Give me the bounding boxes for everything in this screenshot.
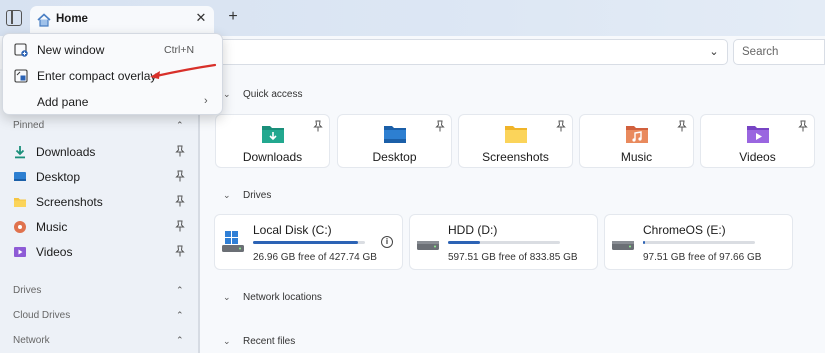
menu-item-add-pane[interactable]: Add pane ›	[3, 89, 222, 115]
new-window-icon	[14, 43, 28, 57]
section-title-network-locations[interactable]: Network locations	[243, 292, 322, 303]
chevron-right-icon: ›	[204, 95, 208, 107]
sidebar-item-screenshots[interactable]: Screenshots	[0, 190, 196, 214]
chevron-down-icon[interactable]: ⌄	[223, 190, 231, 201]
section-title-quick-access[interactable]: Quick access	[243, 89, 302, 100]
menu-item-new-window[interactable]: New window Ctrl+N	[3, 37, 222, 63]
quick-access-desktop[interactable]: Desktop	[337, 114, 452, 168]
sidebar-section-network[interactable]: Network	[13, 335, 50, 346]
pin-icon[interactable]	[556, 120, 566, 132]
drive-usage-fill	[253, 241, 358, 244]
sidebar-item-videos[interactable]: Videos	[0, 240, 196, 264]
section-title-recent-files[interactable]: Recent files	[243, 336, 295, 347]
pin-icon[interactable]	[175, 145, 185, 157]
music-icon	[14, 221, 26, 233]
drive-free-space: 97.51 GB free of 97.66 GB	[643, 252, 762, 263]
tab-home[interactable]: Home ✕	[30, 6, 214, 36]
chevron-up-icon[interactable]: ⌃	[176, 120, 184, 131]
quick-access-label: Desktop	[372, 150, 417, 164]
chevron-up-icon[interactable]: ⌃	[176, 310, 184, 321]
quick-access-label: Music	[620, 150, 653, 164]
search-placeholder: Search	[742, 46, 779, 58]
chevron-up-icon[interactable]: ⌃	[176, 335, 184, 346]
pin-icon[interactable]	[175, 195, 185, 207]
annotation-arrow	[150, 63, 217, 79]
address-bar[interactable]: ⌄	[200, 39, 728, 65]
menu-item-label: Add pane	[37, 95, 89, 109]
info-icon[interactable]: i	[381, 236, 393, 248]
desktop-icon	[14, 172, 26, 181]
quick-access-music[interactable]: Music	[579, 114, 694, 168]
pin-icon[interactable]	[175, 170, 185, 182]
sidebar-toggle-icon[interactable]	[6, 10, 22, 26]
quick-access-downloads[interactable]: Downloads	[215, 114, 330, 168]
quick-access-screenshots[interactable]: Screenshots	[458, 114, 573, 168]
download-folder-icon	[262, 126, 284, 143]
quick-access-label: Videos	[739, 150, 776, 164]
drive-name: HDD (D:)	[448, 223, 498, 237]
chevron-down-icon[interactable]: ⌄	[223, 89, 231, 100]
drive-usage-bar	[253, 241, 365, 244]
sidebar-item-label: Screenshots	[36, 195, 103, 209]
search-input[interactable]: Search	[733, 39, 825, 65]
drive-card-c[interactable]: Local Disk (C:) 26.96 GB free of 427.74 …	[214, 214, 403, 270]
chevron-down-icon[interactable]: ⌄	[223, 336, 231, 347]
folder-icon	[505, 126, 527, 143]
sidebar-item-label: Videos	[36, 245, 73, 259]
hard-drive-icon	[417, 241, 439, 250]
sidebar-section-drives[interactable]: Drives	[13, 285, 41, 296]
sidebar-item-desktop[interactable]: Desktop	[0, 165, 196, 189]
section-title-drives[interactable]: Drives	[243, 190, 271, 201]
pin-icon[interactable]	[175, 245, 185, 257]
title-bar: Home ✕ +	[0, 0, 825, 36]
sidebar-item-downloads[interactable]: Downloads	[0, 140, 196, 164]
pin-icon[interactable]	[677, 120, 687, 132]
chevron-up-icon[interactable]: ⌃	[176, 285, 184, 296]
drive-free-space: 26.96 GB free of 427.74 GB	[253, 252, 377, 263]
tab-label: Home	[56, 13, 88, 25]
quick-access-label: Screenshots	[482, 150, 549, 164]
sidebar-item-label: Downloads	[36, 145, 96, 159]
chevron-down-icon[interactable]: ⌄	[707, 45, 721, 59]
video-icon	[14, 247, 26, 257]
drive-usage-fill	[448, 241, 480, 244]
drive-name: ChromeOS (E:)	[643, 223, 726, 237]
drive-card-e[interactable]: ChromeOS (E:) 97.51 GB free of 97.66 GB	[604, 214, 793, 270]
drive-name: Local Disk (C:)	[253, 223, 332, 237]
quick-access-label: Downloads	[242, 150, 303, 164]
sidebar-section-cloud-drives[interactable]: Cloud Drives	[13, 310, 70, 321]
pin-icon[interactable]	[313, 120, 323, 132]
main-content: ⌄ Quick access Downloads Desktop Screens…	[200, 69, 825, 353]
drive-usage-bar	[448, 241, 560, 244]
keyboard-shortcut: Ctrl+N	[164, 44, 195, 56]
chevron-down-icon[interactable]: ⌄	[223, 292, 231, 303]
drive-usage-bar	[643, 241, 755, 244]
drive-free-space: 597.51 GB free of 833.85 GB	[448, 252, 578, 263]
music-folder-icon	[626, 126, 648, 143]
close-icon[interactable]: ✕	[194, 11, 208, 25]
sidebar-item-label: Desktop	[36, 170, 81, 184]
desktop-folder-icon	[384, 126, 406, 143]
windows-drive-icon	[222, 231, 244, 252]
hard-drive-icon	[612, 241, 634, 250]
video-folder-icon	[747, 126, 769, 143]
menu-item-label: New window	[37, 43, 105, 57]
home-icon	[37, 13, 51, 27]
quick-access-videos[interactable]: Videos	[700, 114, 815, 168]
sidebar-item-label: Music	[36, 220, 68, 234]
sidebar-section-pinned[interactable]: Pinned	[13, 120, 44, 131]
folder-icon	[14, 198, 26, 207]
sidebar-item-music[interactable]: Music	[0, 215, 196, 239]
drive-usage-fill	[643, 241, 645, 244]
pin-icon[interactable]	[798, 120, 808, 132]
menu-item-label: Enter compact overlay	[37, 69, 157, 83]
new-tab-button[interactable]: +	[226, 9, 240, 25]
pin-icon[interactable]	[435, 120, 445, 132]
download-icon	[15, 146, 25, 159]
pin-icon[interactable]	[175, 220, 185, 232]
drive-card-d[interactable]: HDD (D:) 597.51 GB free of 833.85 GB	[409, 214, 598, 270]
compact-overlay-icon	[14, 69, 28, 83]
